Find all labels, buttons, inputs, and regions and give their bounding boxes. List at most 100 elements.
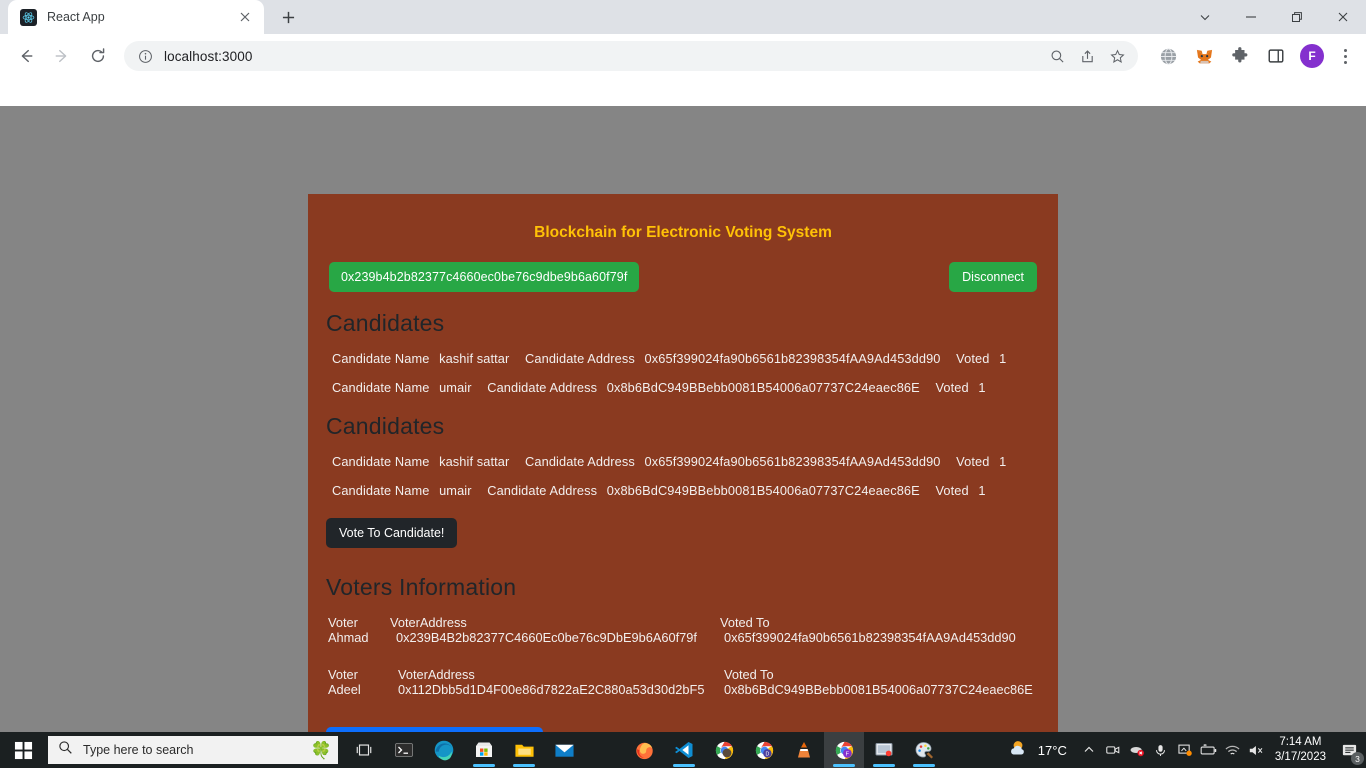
show-hidden-icons-icon[interactable] <box>1077 732 1101 768</box>
speaker-muted-icon[interactable] <box>1245 732 1269 768</box>
omnibox-actions <box>1042 43 1132 69</box>
windows-start-icon[interactable] <box>0 732 46 768</box>
candidate-address-label: Candidate Address <box>487 483 598 498</box>
chevron-down-icon[interactable] <box>1182 0 1228 34</box>
weather-temperature: 17°C <box>1037 742 1067 758</box>
paint-icon[interactable] <box>904 732 944 768</box>
microsoft-store-icon[interactable] <box>464 732 504 768</box>
voter-header-row: Voter VoterAddress Voted To <box>328 615 1058 630</box>
candidate-name-value: umair <box>439 380 472 395</box>
action-center-icon[interactable]: 3 <box>1336 732 1364 768</box>
chrome-profile-icon[interactable] <box>704 732 744 768</box>
avatar[interactable]: F <box>1300 44 1324 68</box>
candidate-address-value: 0x8b6BdC949BBebb0081B54006a07737C24eaec8… <box>606 483 920 498</box>
system-tray: 17°C 7:14 AM 3/17/2023 3 <box>1008 732 1366 768</box>
address-bar-url: localhost:3000 <box>164 48 253 64</box>
voter-header-row: Voter VoterAddress Voted To <box>328 667 1058 682</box>
voted-count: 1 <box>978 380 986 395</box>
voter-value-row: Adeel 0x112Dbb5d1D4F00e86d7822aE2C880a53… <box>328 682 1058 697</box>
mail-icon[interactable] <box>544 732 584 768</box>
task-view-icon[interactable] <box>344 732 384 768</box>
candidates-heading-1: Candidates <box>326 310 445 336</box>
voter-row: Voter VoterAddress Voted To Ahmad 0x239B… <box>328 615 1058 653</box>
search-icon <box>58 740 73 760</box>
voter-voted-to: 0x65f399024fa90b6561b82398354fAA9Ad453dd… <box>724 630 1016 645</box>
vlc-icon[interactable] <box>784 732 824 768</box>
voted-count: 1 <box>999 351 1007 366</box>
candidate-address-value: 0x65f399024fa90b6561b82398354fAA9Ad453dd… <box>644 351 941 366</box>
reload-icon[interactable] <box>82 40 114 72</box>
tab-title: React App <box>47 10 105 24</box>
voter-row: Voter VoterAddress Voted To Adeel 0x112D… <box>328 667 1058 705</box>
weather-widget[interactable]: 17°C <box>1008 737 1067 764</box>
vscode-icon[interactable] <box>664 732 704 768</box>
voters-information-heading: Voters Information <box>326 574 517 600</box>
search-input[interactable]: Type here to search 🍀 <box>48 736 338 764</box>
extensions-puzzle-icon[interactable] <box>1226 42 1254 70</box>
candidate-name-label: Candidate Name <box>332 454 430 469</box>
page-title: Blockchain for Electronic Voting System <box>534 224 832 241</box>
maximize-icon[interactable] <box>1274 0 1320 34</box>
voter-address: 0x112Dbb5d1D4F00e86d7822aE2C880a53d30d2b… <box>398 682 705 697</box>
voted-count: 1 <box>999 454 1007 469</box>
tab-strip: React App <box>0 0 1366 34</box>
browser-toolbar: localhost:3000 F <box>0 34 1366 78</box>
voter-name: Ahmad <box>328 630 369 645</box>
candidate-address-value: 0x65f399024fa90b6561b82398354fAA9Ad453dd… <box>644 454 941 469</box>
screen-recorder-icon[interactable] <box>864 732 904 768</box>
site-info-icon[interactable] <box>136 47 154 65</box>
terminal-icon[interactable] <box>384 732 424 768</box>
voted-label: Voted <box>935 380 969 395</box>
browser-tab-react-app[interactable]: React App <box>8 0 264 34</box>
audio-muted-icon[interactable] <box>1125 732 1149 768</box>
candidate-row: Candidate Name kashif sattar Candidate A… <box>332 351 1058 366</box>
voted-label: Voted <box>935 483 969 498</box>
voted-label: Voted <box>956 454 990 469</box>
chrome-dev-icon[interactable]: D <box>744 732 784 768</box>
close-icon[interactable] <box>235 7 255 27</box>
taskbar-clock[interactable]: 7:14 AM 3/17/2023 <box>1275 735 1326 765</box>
page-viewport: Blockchain for Electronic Voting System … <box>0 78 1366 732</box>
file-explorer-icon[interactable] <box>504 732 544 768</box>
notification-count: 3 <box>1351 752 1364 765</box>
close-icon[interactable] <box>1320 0 1366 34</box>
chrome-active-icon[interactable]: F <box>824 732 864 768</box>
new-tab-button[interactable] <box>274 3 302 31</box>
candidates-heading-2: Candidates <box>326 413 445 439</box>
voted-to-label: Voted To <box>720 615 770 630</box>
candidate-row: Candidate Name umair Candidate Address 0… <box>332 380 1058 395</box>
snip-icon[interactable] <box>1173 732 1197 768</box>
battery-icon[interactable] <box>1197 732 1221 768</box>
camera-icon[interactable] <box>1101 732 1125 768</box>
vote-to-candidate-button[interactable]: Vote To Candidate! <box>326 518 458 548</box>
kebab-menu-icon[interactable] <box>1332 43 1358 69</box>
search-icon[interactable] <box>1044 43 1070 69</box>
back-arrow-icon[interactable] <box>10 40 42 72</box>
edge-browser-icon[interactable] <box>424 732 464 768</box>
voter-voted-to: 0x8b6BdC949BBebb0081B54006a07737C24eaec8… <box>724 682 1033 697</box>
candidate-address-value: 0x8b6BdC949BBebb0081B54006a07737C24eaec8… <box>606 380 920 395</box>
microphone-icon[interactable] <box>1149 732 1173 768</box>
side-panel-icon[interactable] <box>1262 42 1290 70</box>
globe-extension-icon[interactable] <box>1154 42 1182 70</box>
candidate-name-label: Candidate Name <box>332 351 430 366</box>
candidate-address-label: Candidate Address <box>525 454 635 469</box>
candidate-name-value: kashif sattar <box>439 351 510 366</box>
minimize-icon[interactable] <box>1228 0 1274 34</box>
wifi-icon[interactable] <box>1221 732 1245 768</box>
metamask-fox-icon[interactable] <box>1190 42 1218 70</box>
firefox-icon[interactable] <box>624 732 664 768</box>
voter-address-label: VoterAddress <box>390 615 467 630</box>
connected-account-address[interactable]: 0x239b4b2b82377c4660ec0be76c9dbe9b6a60f7… <box>329 262 640 292</box>
bookmark-star-icon[interactable] <box>1104 43 1130 69</box>
candidate-name-value: kashif sattar <box>439 454 510 469</box>
office-icon[interactable] <box>584 732 624 768</box>
extensions-area: F <box>1146 42 1358 70</box>
voter-name: Adeel <box>328 682 361 697</box>
address-bar[interactable]: localhost:3000 <box>124 41 1138 71</box>
disconnect-button[interactable]: Disconnect <box>949 262 1037 292</box>
share-icon[interactable] <box>1074 43 1100 69</box>
sun-cloud-icon <box>1008 737 1030 764</box>
voter-address-label: VoterAddress <box>398 667 475 682</box>
svg-text:D: D <box>765 751 769 757</box>
